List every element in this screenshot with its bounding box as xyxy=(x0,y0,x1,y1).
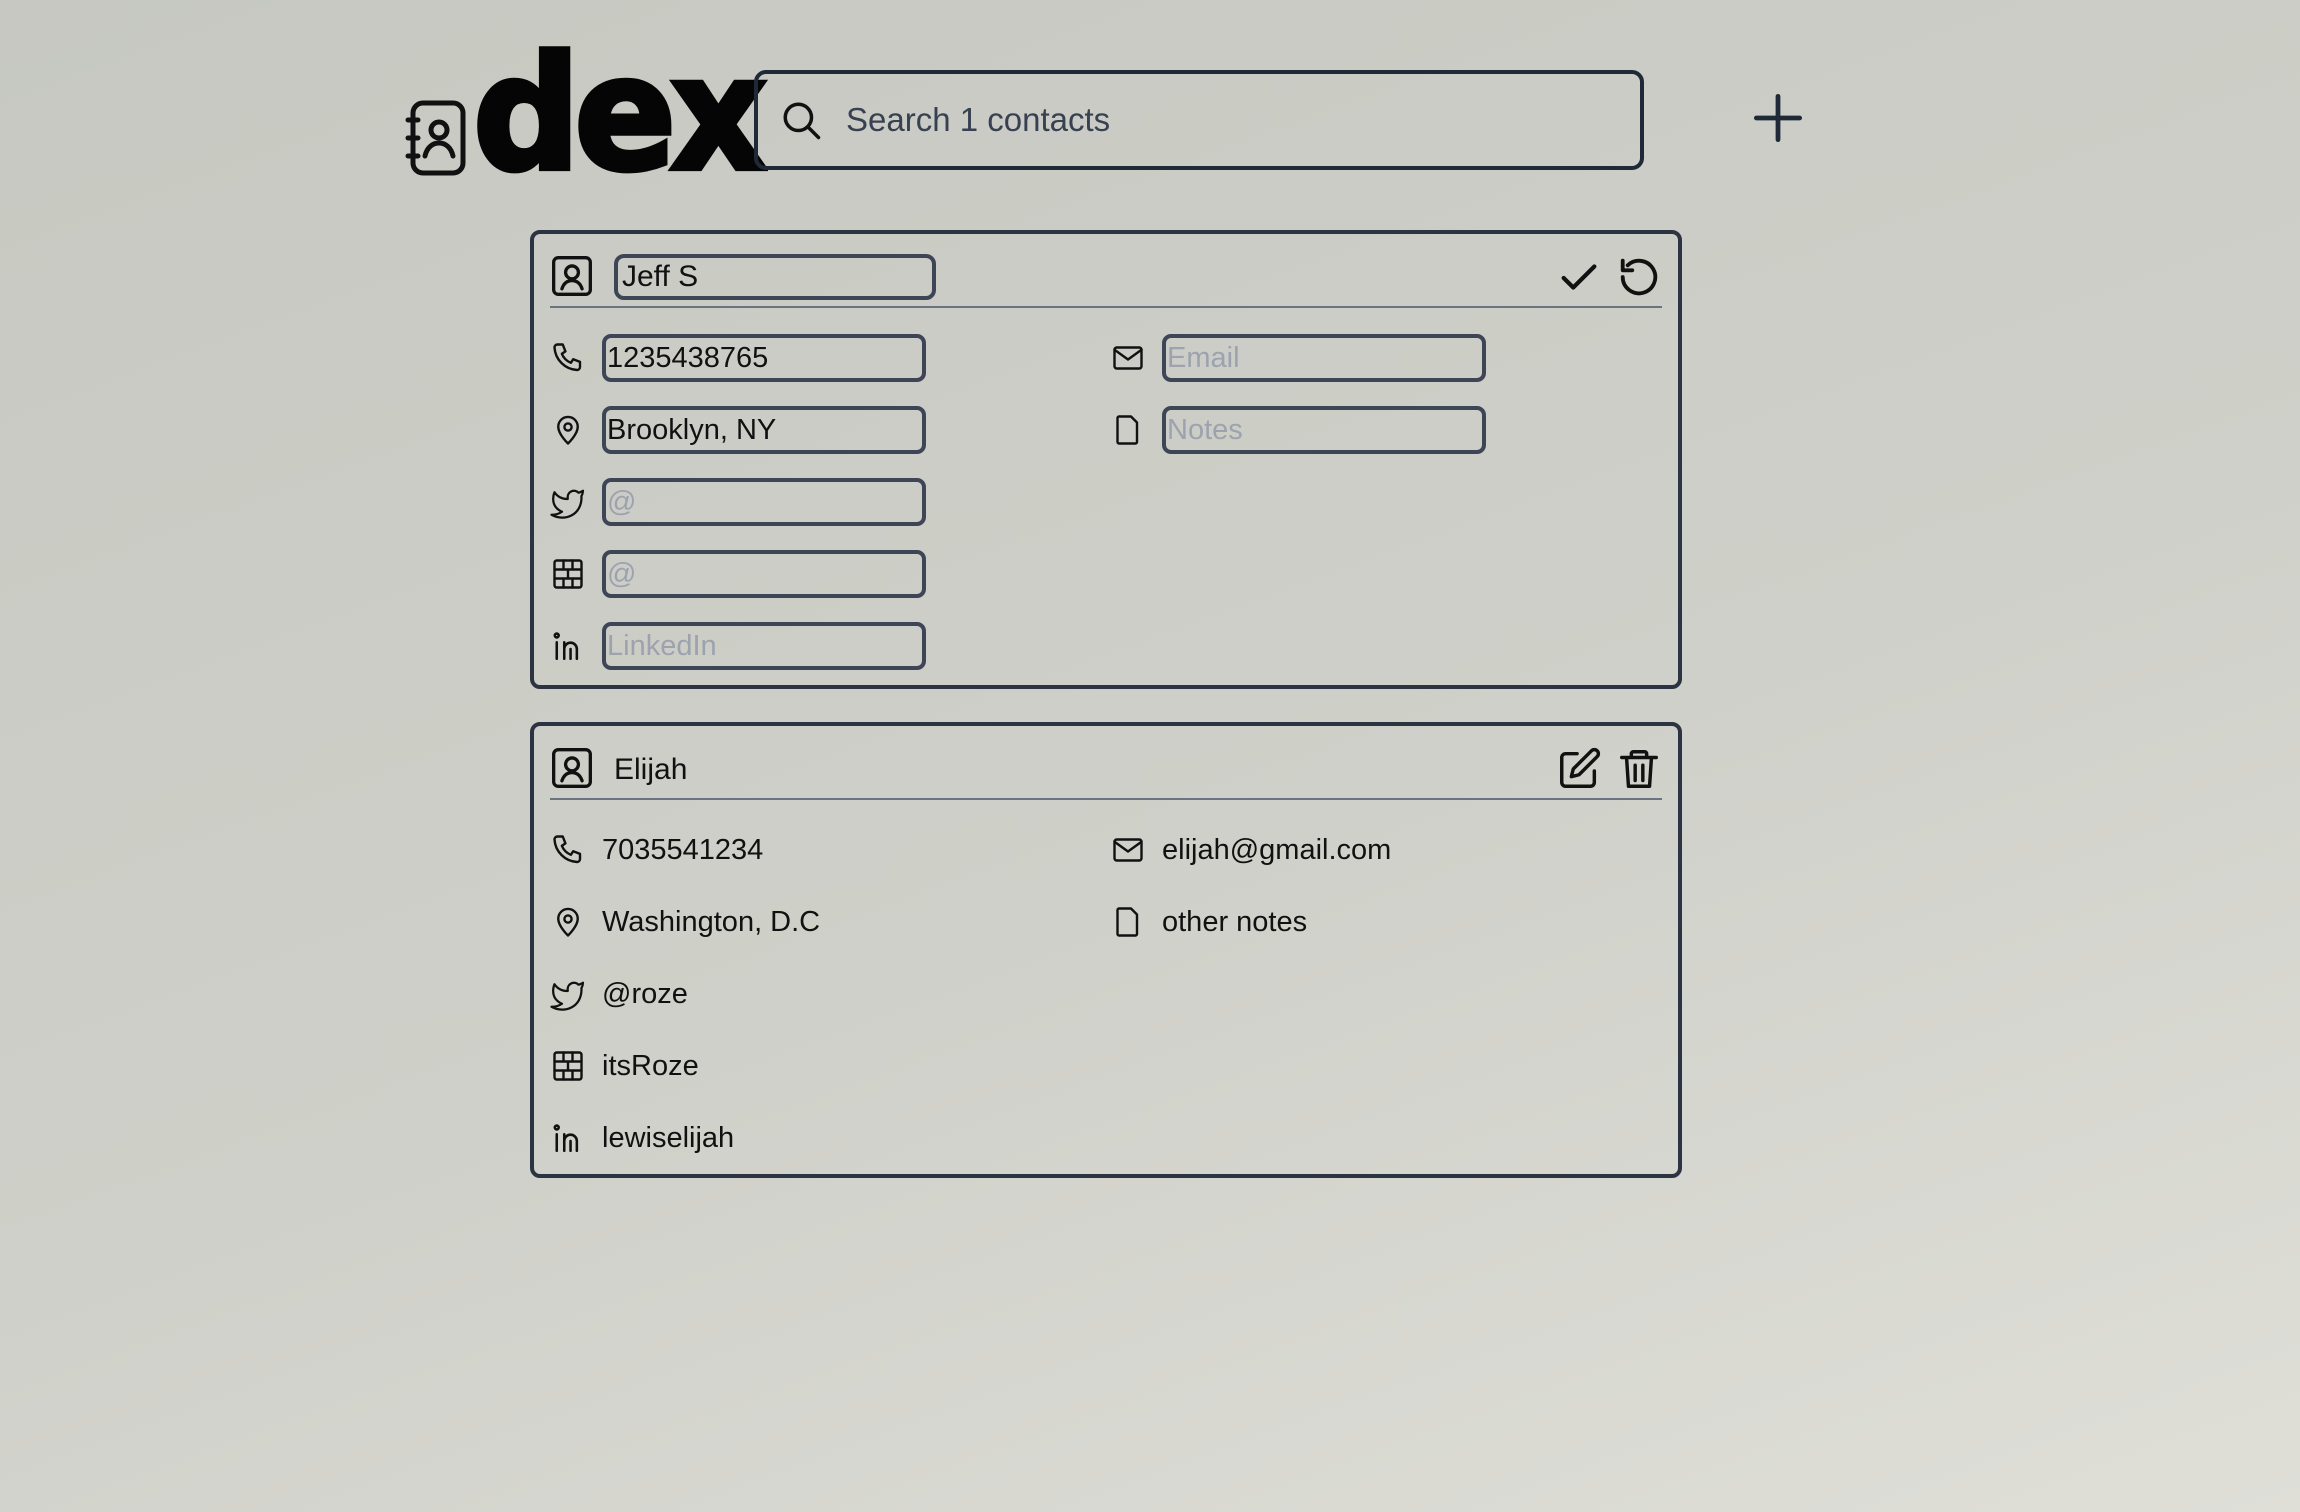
twitter-input[interactable] xyxy=(602,478,926,526)
search-icon xyxy=(783,102,821,140)
mail-icon xyxy=(1113,838,1143,862)
github-field xyxy=(550,550,926,598)
card-actions xyxy=(1556,746,1662,796)
save-check-icon[interactable] xyxy=(1556,254,1602,300)
phone-icon xyxy=(553,835,582,864)
name-input[interactable] xyxy=(614,254,936,300)
email-input[interactable] xyxy=(1162,334,1486,382)
twitter-icon xyxy=(550,981,585,1011)
edit-icon[interactable] xyxy=(1556,746,1602,792)
contact-name: Elijah xyxy=(614,753,688,786)
notes-field xyxy=(1110,406,1486,454)
linkedin-value: lewiselijah xyxy=(602,1122,735,1154)
linkedin-icon xyxy=(553,1124,579,1153)
location-input[interactable] xyxy=(602,406,926,454)
linkedin-icon xyxy=(553,632,579,661)
mail-icon xyxy=(1113,346,1143,370)
app-logo[interactable]: dex xyxy=(405,34,769,196)
twitter-field: @roze xyxy=(550,970,688,1018)
phone-input[interactable] xyxy=(602,334,926,382)
notes-input[interactable] xyxy=(1162,406,1486,454)
card-header xyxy=(550,246,1662,308)
trash-icon[interactable] xyxy=(1616,746,1662,792)
github-input[interactable] xyxy=(602,550,926,598)
notes-value: other notes xyxy=(1162,906,1308,938)
linkedin-field: lewiselijah xyxy=(550,1114,734,1162)
phone-field xyxy=(550,334,926,382)
address-book-icon xyxy=(405,100,466,176)
twitter-field xyxy=(550,478,926,526)
contact-card-editing xyxy=(530,230,1682,689)
contact-card: Elijah 7035541234 elijah@gmail.com Washi… xyxy=(530,722,1682,1178)
map-pin-icon xyxy=(557,907,579,937)
linkedin-input[interactable] xyxy=(602,622,926,670)
email-value: elijah@gmail.com xyxy=(1162,834,1392,866)
github-value: itsRoze xyxy=(602,1050,699,1082)
email-field xyxy=(1110,334,1486,382)
location-field: Washington, D.C xyxy=(550,898,820,946)
email-field: elijah@gmail.com xyxy=(1110,826,1391,874)
map-pin-icon xyxy=(557,415,579,445)
file-icon xyxy=(1116,415,1139,445)
plus-icon xyxy=(1753,93,1803,143)
phone-value: 7035541234 xyxy=(602,834,764,866)
card-header: Elijah xyxy=(550,738,1662,800)
github-field: itsRoze xyxy=(550,1042,699,1090)
contact-icon xyxy=(552,748,592,788)
logo-text: dex xyxy=(471,23,770,207)
contact-icon xyxy=(552,256,592,296)
location-field xyxy=(550,406,926,454)
twitter-icon xyxy=(550,489,585,519)
linkedin-field xyxy=(550,622,926,670)
twitter-value: @roze xyxy=(602,978,688,1010)
file-icon xyxy=(1116,907,1139,937)
search-bar[interactable] xyxy=(754,70,1644,170)
brick-wall-icon xyxy=(553,559,583,589)
add-contact-button[interactable] xyxy=(1752,92,1804,144)
brick-wall-icon xyxy=(553,1051,583,1081)
phone-field: 7035541234 xyxy=(550,826,763,874)
reset-rotate-icon[interactable] xyxy=(1616,254,1662,300)
phone-icon xyxy=(553,343,582,372)
location-value: Washington, D.C xyxy=(602,906,821,938)
card-actions xyxy=(1556,254,1662,304)
notes-field: other notes xyxy=(1110,898,1307,946)
search-input[interactable] xyxy=(844,100,1640,140)
header: dex xyxy=(0,0,2300,196)
